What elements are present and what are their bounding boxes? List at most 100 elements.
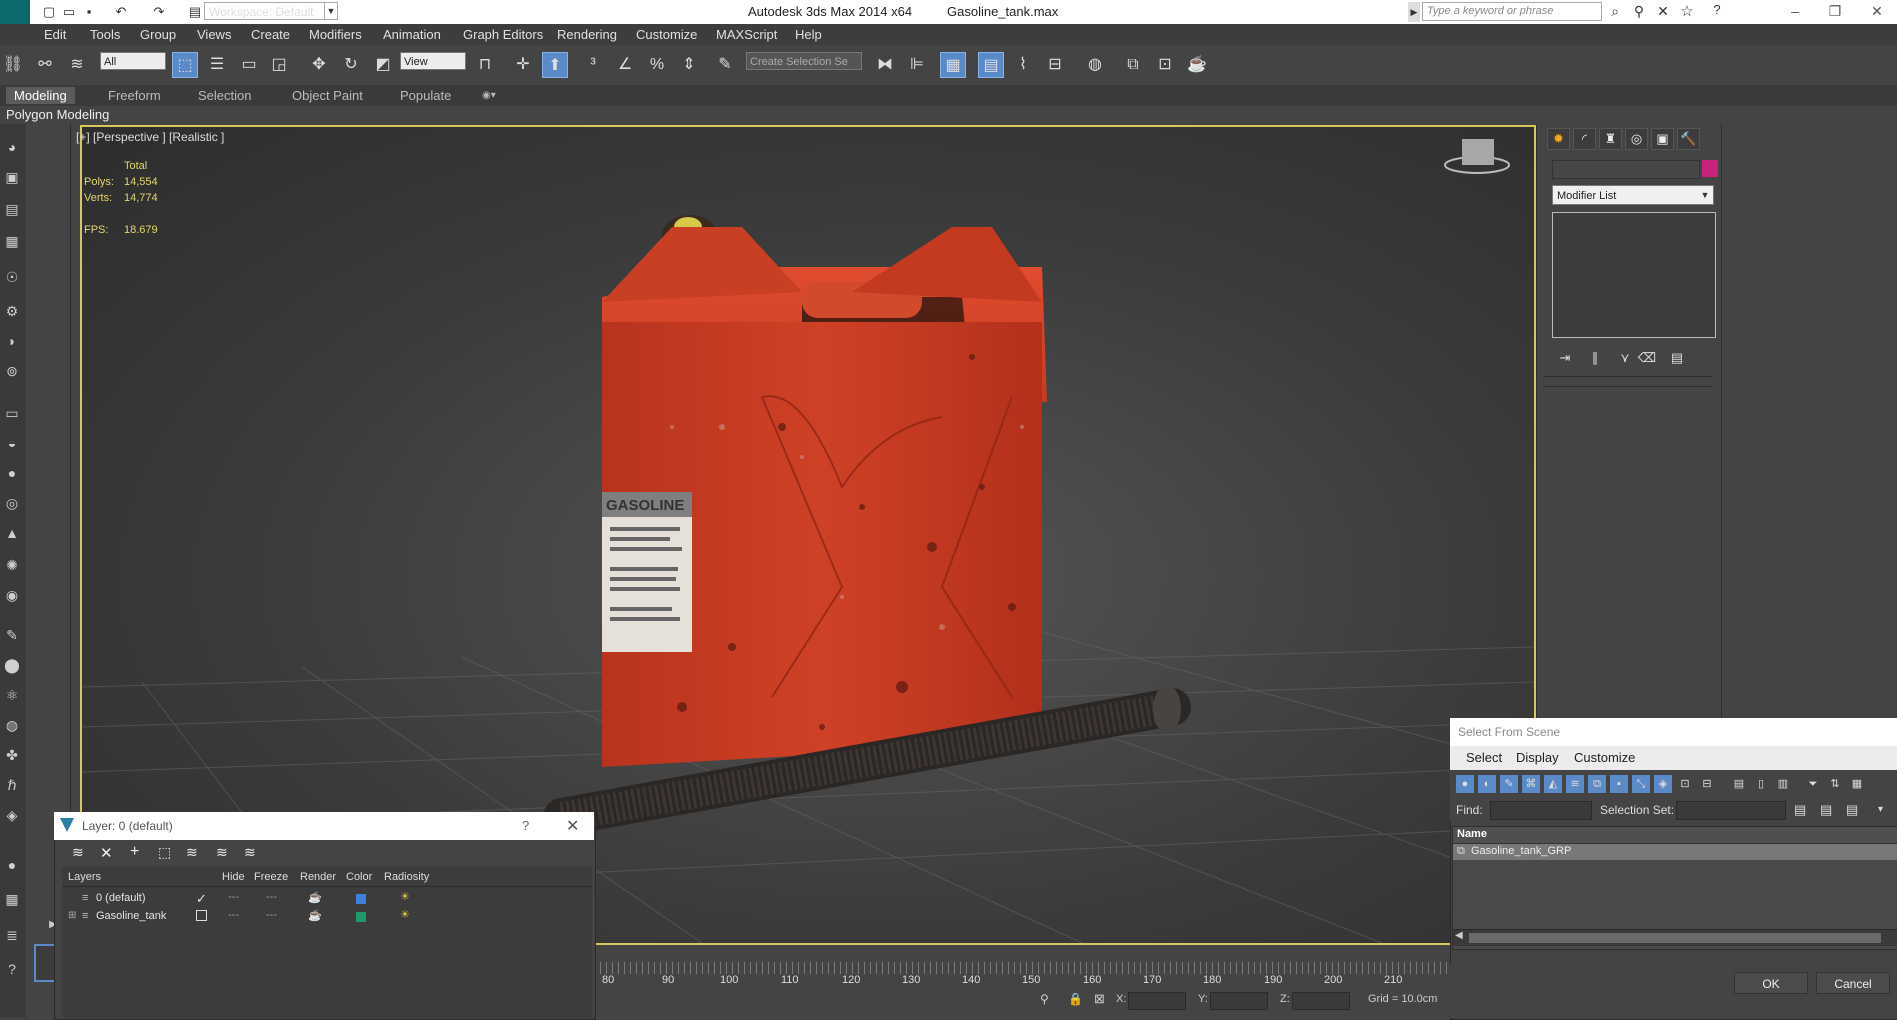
binoculars-icon[interactable]: ⌕ xyxy=(1606,3,1624,21)
layout-icon[interactable]: ▦ xyxy=(1,888,23,910)
more-options-icon[interactable]: ▾ xyxy=(1878,804,1883,815)
layer-explorer-icon[interactable]: ▦ xyxy=(940,52,966,78)
display-tab-icon[interactable]: ▣ xyxy=(1651,128,1674,150)
angle-snap-icon[interactable]: ∠ xyxy=(612,52,638,78)
render-production-icon[interactable]: ☕ xyxy=(1184,52,1210,78)
display-frozen-icon[interactable]: ⊡ xyxy=(1676,775,1694,793)
display-all-icon[interactable]: ▤ xyxy=(1730,775,1748,793)
modifier-chevron-icon[interactable]: ▼ xyxy=(1698,186,1712,204)
layer-row-default[interactable]: ≡ 0 (default) ✓ --- --- ☕ ☀ xyxy=(64,890,434,908)
workspace-chevron-icon[interactable]: ▼ xyxy=(324,2,338,20)
scroll-left-icon[interactable]: ◀ xyxy=(1455,930,1463,941)
new-file-icon[interactable]: ▢ xyxy=(40,3,58,21)
teapot-icon[interactable]: ◕ xyxy=(1,136,23,158)
pivot-center-icon[interactable]: ⊓ xyxy=(472,52,498,78)
subscription-icon[interactable]: ⚲ xyxy=(1630,3,1648,21)
layers-icon[interactable]: ≣ xyxy=(1,924,23,946)
unlink-icon[interactable]: ⚯ xyxy=(32,52,58,78)
motion-tab-icon[interactable]: ◎ xyxy=(1625,128,1648,150)
menu-create[interactable]: Create xyxy=(251,27,290,42)
display-xrefs-icon[interactable]: ▪ xyxy=(1610,775,1628,793)
display-groups-icon[interactable]: ⧉ xyxy=(1588,775,1606,793)
brush-icon[interactable]: ✎ xyxy=(1,624,23,646)
display-lights-icon[interactable]: ✎ xyxy=(1500,775,1518,793)
expand-plus-icon[interactable]: ⊞ xyxy=(68,910,76,921)
viewport-label[interactable]: [+] [Perspective ] [Realistic ] xyxy=(76,130,224,144)
grid-panel-icon[interactable]: ▦ xyxy=(1,230,23,252)
rectangular-selection-icon[interactable]: ▭ xyxy=(236,52,262,78)
align-icon[interactable]: ⊫ xyxy=(904,52,930,78)
schematic-view-icon[interactable]: ⊟ xyxy=(1042,52,1068,78)
selection-filter-dropdown[interactable]: All xyxy=(100,52,166,70)
menu-graph-editors[interactable]: Graph Editors xyxy=(463,27,543,42)
current-layer-check-icon[interactable]: ✓ xyxy=(196,891,207,907)
create-layer-icon[interactable]: ≋ xyxy=(72,844,84,861)
render-teapot-icon[interactable]: ☕ xyxy=(308,891,322,904)
delete-set-icon[interactable]: ▤ xyxy=(1846,802,1858,818)
col-freeze[interactable]: Freeze xyxy=(254,871,288,883)
menu-rendering[interactable]: Rendering xyxy=(557,27,617,42)
keyboard-shortcut-override-icon[interactable]: ⬆ xyxy=(542,52,568,78)
ok-button[interactable]: OK xyxy=(1734,972,1808,994)
pin-stack-icon[interactable]: ⇥ xyxy=(1555,350,1575,368)
z-coordinate-field[interactable] xyxy=(1292,992,1350,1010)
display-invert-icon[interactable]: ▥ xyxy=(1774,775,1792,793)
panel-icon[interactable]: ▤ xyxy=(1,198,23,220)
select-move-icon[interactable]: ✥ xyxy=(306,52,332,78)
select-rotate-icon[interactable]: ↻ xyxy=(338,52,364,78)
hide-all-layers-icon[interactable]: ≋ xyxy=(216,844,228,861)
display-hidden-icon[interactable]: ⊟ xyxy=(1698,775,1716,793)
project-folder-icon[interactable]: ▤ xyxy=(186,3,204,21)
list-item[interactable]: ⧉ Gasoline_tank_GRP xyxy=(1453,844,1897,860)
ball-icon[interactable]: ● xyxy=(1,854,23,876)
sort-icon[interactable]: ⇅ xyxy=(1826,775,1844,793)
snaps-toggle-icon[interactable]: ³ xyxy=(580,52,606,78)
layer-dialog-close-icon[interactable]: ✕ xyxy=(566,816,579,836)
radiosity-icon[interactable]: ☀ xyxy=(400,908,410,921)
menu-help[interactable]: Help xyxy=(795,27,822,42)
hf-icon[interactable]: ℏ xyxy=(1,774,23,796)
rendered-frame-window-icon[interactable]: ⊡ xyxy=(1152,52,1178,78)
tab-freeform[interactable]: Freeform xyxy=(100,87,169,104)
col-color[interactable]: Color xyxy=(346,871,372,883)
sfs-menu-display[interactable]: Display xyxy=(1516,750,1559,765)
x-coordinate-field[interactable] xyxy=(1128,992,1186,1010)
polygon-modeling-panel[interactable]: Polygon Modeling xyxy=(0,106,126,124)
modify-tab-icon[interactable]: ◜ xyxy=(1573,128,1596,150)
link-icon[interactable]: ⛓ xyxy=(0,52,26,78)
menu-tools[interactable]: Tools xyxy=(90,27,120,42)
display-shapes-icon[interactable]: ◐ xyxy=(1478,775,1496,793)
display-spacewarps-icon[interactable]: ≋ xyxy=(1566,775,1584,793)
select-objects-in-layer-icon[interactable]: ⬚ xyxy=(158,844,171,861)
dot-tool-icon[interactable]: ⬤ xyxy=(1,654,23,676)
sphere-icon[interactable]: ● xyxy=(1,462,23,484)
col-layers[interactable]: Layers xyxy=(68,871,101,883)
help-circle-icon[interactable]: ? xyxy=(1,958,23,980)
render-setup-icon[interactable]: ⧉ xyxy=(1120,52,1146,78)
reference-coordinate-dropdown[interactable]: View xyxy=(400,52,466,70)
save-set-icon[interactable]: ▤ xyxy=(1794,802,1806,818)
cancel-button[interactable]: Cancel xyxy=(1816,972,1890,994)
curve-editor-icon[interactable]: ⌇ xyxy=(1010,52,1036,78)
spinner-snap-icon[interactable]: ⇕ xyxy=(676,52,702,78)
freeze-all-layers-icon[interactable]: ≋ xyxy=(244,844,256,861)
display-geometry-icon[interactable]: ● xyxy=(1456,775,1474,793)
columns-icon[interactable]: ▦ xyxy=(1848,775,1866,793)
menu-edit[interactable]: Edit xyxy=(44,27,66,42)
favorites-star-icon[interactable]: ☆ xyxy=(1678,2,1696,20)
bind-space-warp-icon[interactable]: ≋ xyxy=(64,52,90,78)
utilities-tab-icon[interactable]: 🔨 xyxy=(1677,128,1700,150)
light-icon[interactable]: ☉ xyxy=(1,266,23,288)
undo-icon[interactable]: ↶ xyxy=(112,3,130,21)
atom-icon[interactable]: ⚛ xyxy=(1,684,23,706)
menu-animation[interactable]: Animation xyxy=(383,27,441,42)
globe-icon[interactable]: ◍ xyxy=(1,714,23,736)
set-current-box[interactable] xyxy=(196,910,207,921)
layer-row-gasoline-tank[interactable]: ⊞ ≡ Gasoline_tank --- --- ☕ ☀ xyxy=(64,908,434,926)
sun-icon[interactable]: ✺ xyxy=(1,554,23,576)
display-cameras-icon[interactable]: ⌘ xyxy=(1522,775,1540,793)
percent-snap-icon[interactable]: % xyxy=(644,52,670,78)
render-teapot-icon[interactable]: ☕ xyxy=(308,909,322,922)
select-object-icon[interactable]: ⬚ xyxy=(172,52,198,78)
y-coordinate-field[interactable] xyxy=(1210,992,1268,1010)
